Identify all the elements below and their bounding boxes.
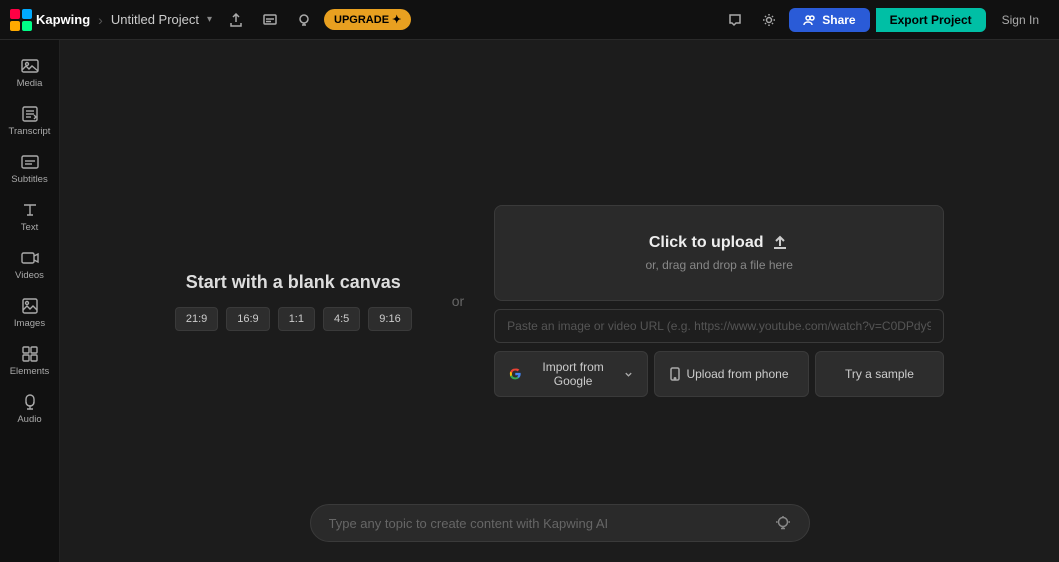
sidebar-item-subtitles-label: Subtitles bbox=[11, 174, 47, 185]
sidebar-item-transcript[interactable]: Transcript bbox=[4, 98, 56, 142]
sidebar-item-audio[interactable]: Audio bbox=[4, 386, 56, 430]
chevron-down-icon bbox=[624, 369, 633, 379]
videos-icon bbox=[21, 249, 39, 267]
signin-button[interactable]: Sign In bbox=[992, 8, 1049, 32]
upload-click-label: Click to upload bbox=[649, 234, 764, 252]
canvas-area: Start with a blank canvas 21:9 16:9 1:1 … bbox=[60, 40, 1059, 562]
subtitles-icon bbox=[21, 153, 39, 171]
sidebar-item-audio-label: Audio bbox=[17, 414, 41, 425]
export-button[interactable]: Export Project bbox=[876, 8, 986, 32]
lightbulb-icon-btn[interactable] bbox=[290, 6, 318, 34]
bottom-buttons: Import from Google Upload from phone Try… bbox=[494, 351, 944, 397]
brand-name: Kapwing bbox=[36, 12, 90, 27]
share-icon-btn[interactable] bbox=[222, 6, 250, 34]
sidebar-item-text-label: Text bbox=[21, 222, 38, 233]
subtitle-icon-btn[interactable] bbox=[256, 6, 284, 34]
upload-icon bbox=[229, 13, 243, 27]
upload-title: Click to upload bbox=[649, 234, 790, 252]
ai-bar bbox=[310, 504, 810, 542]
sidebar-item-text[interactable]: Text bbox=[4, 194, 56, 238]
top-nav: Kapwing › Untitled Project ▾ UPGRADE ✦ bbox=[0, 0, 1059, 40]
blank-canvas-title: Start with a blank canvas bbox=[186, 272, 401, 293]
ratio-1-1[interactable]: 1:1 bbox=[278, 307, 315, 331]
upload-dropzone[interactable]: Click to upload or, drag and drop a file… bbox=[494, 205, 944, 301]
sidebar-item-images[interactable]: Images bbox=[4, 290, 56, 334]
logo: Kapwing bbox=[10, 9, 90, 31]
project-name: Untitled Project bbox=[111, 12, 199, 27]
comment-icon-btn[interactable] bbox=[721, 6, 749, 34]
ai-bar-wrapper bbox=[310, 504, 810, 542]
comment-icon bbox=[728, 13, 742, 27]
main-layout: Media Transcript Subtitles Te bbox=[0, 40, 1059, 562]
elements-icon bbox=[21, 345, 39, 363]
share-button-label: Share bbox=[822, 13, 855, 27]
lightbulb-icon bbox=[297, 13, 311, 27]
upload-phone-button[interactable]: Upload from phone bbox=[654, 351, 808, 397]
sidebar-item-media[interactable]: Media bbox=[4, 50, 56, 94]
media-icon bbox=[21, 57, 39, 75]
project-chevron-icon[interactable]: ▾ bbox=[207, 14, 212, 25]
ratio-16-9[interactable]: 16:9 bbox=[226, 307, 269, 331]
blank-canvas-section: Start with a blank canvas 21:9 16:9 1:1 … bbox=[175, 272, 412, 331]
sidebar-item-elements-label: Elements bbox=[10, 366, 50, 377]
url-input[interactable] bbox=[494, 309, 944, 343]
import-google-label: Import from Google bbox=[527, 360, 620, 388]
audio-icon bbox=[21, 393, 39, 411]
sidebar-item-elements[interactable]: Elements bbox=[4, 338, 56, 382]
kapwing-logo-icon bbox=[10, 9, 32, 31]
phone-icon bbox=[669, 367, 681, 381]
upload-phone-label: Upload from phone bbox=[686, 367, 788, 381]
ratio-4-5[interactable]: 4:5 bbox=[323, 307, 360, 331]
breadcrumb-sep: › bbox=[98, 12, 103, 28]
upload-arrow-icon bbox=[771, 234, 789, 252]
sidebar-item-media-label: Media bbox=[17, 78, 43, 89]
ai-lightbulb-icon bbox=[775, 515, 791, 531]
gear-icon bbox=[762, 13, 776, 27]
ratio-buttons: 21:9 16:9 1:1 4:5 9:16 bbox=[175, 307, 412, 331]
images-icon bbox=[21, 297, 39, 315]
upload-section: Click to upload or, drag and drop a file… bbox=[494, 205, 944, 397]
subtitle-icon bbox=[263, 13, 277, 27]
sidebar: Media Transcript Subtitles Te bbox=[0, 40, 60, 562]
text-icon bbox=[21, 201, 39, 219]
sidebar-item-transcript-label: Transcript bbox=[9, 126, 51, 137]
google-icon bbox=[509, 367, 522, 381]
transcript-icon bbox=[21, 105, 39, 123]
try-sample-button[interactable]: Try a sample bbox=[815, 351, 944, 397]
share-button[interactable]: Share bbox=[789, 8, 869, 32]
or-divider: or bbox=[452, 293, 464, 309]
upload-subtitle: or, drag and drop a file here bbox=[645, 258, 792, 272]
sidebar-item-images-label: Images bbox=[14, 318, 45, 329]
sidebar-item-videos-label: Videos bbox=[15, 270, 44, 281]
settings-icon-btn[interactable] bbox=[755, 6, 783, 34]
share-people-icon bbox=[803, 13, 817, 27]
ratio-21-9[interactable]: 21:9 bbox=[175, 307, 218, 331]
ratio-9-16[interactable]: 9:16 bbox=[368, 307, 411, 331]
import-google-button[interactable]: Import from Google bbox=[494, 351, 648, 397]
sidebar-item-subtitles[interactable]: Subtitles bbox=[4, 146, 56, 190]
center-content: Start with a blank canvas 21:9 16:9 1:1 … bbox=[175, 205, 944, 397]
upgrade-button[interactable]: UPGRADE ✦ bbox=[324, 9, 411, 30]
sidebar-item-videos[interactable]: Videos bbox=[4, 242, 56, 286]
ai-input[interactable] bbox=[329, 516, 765, 531]
